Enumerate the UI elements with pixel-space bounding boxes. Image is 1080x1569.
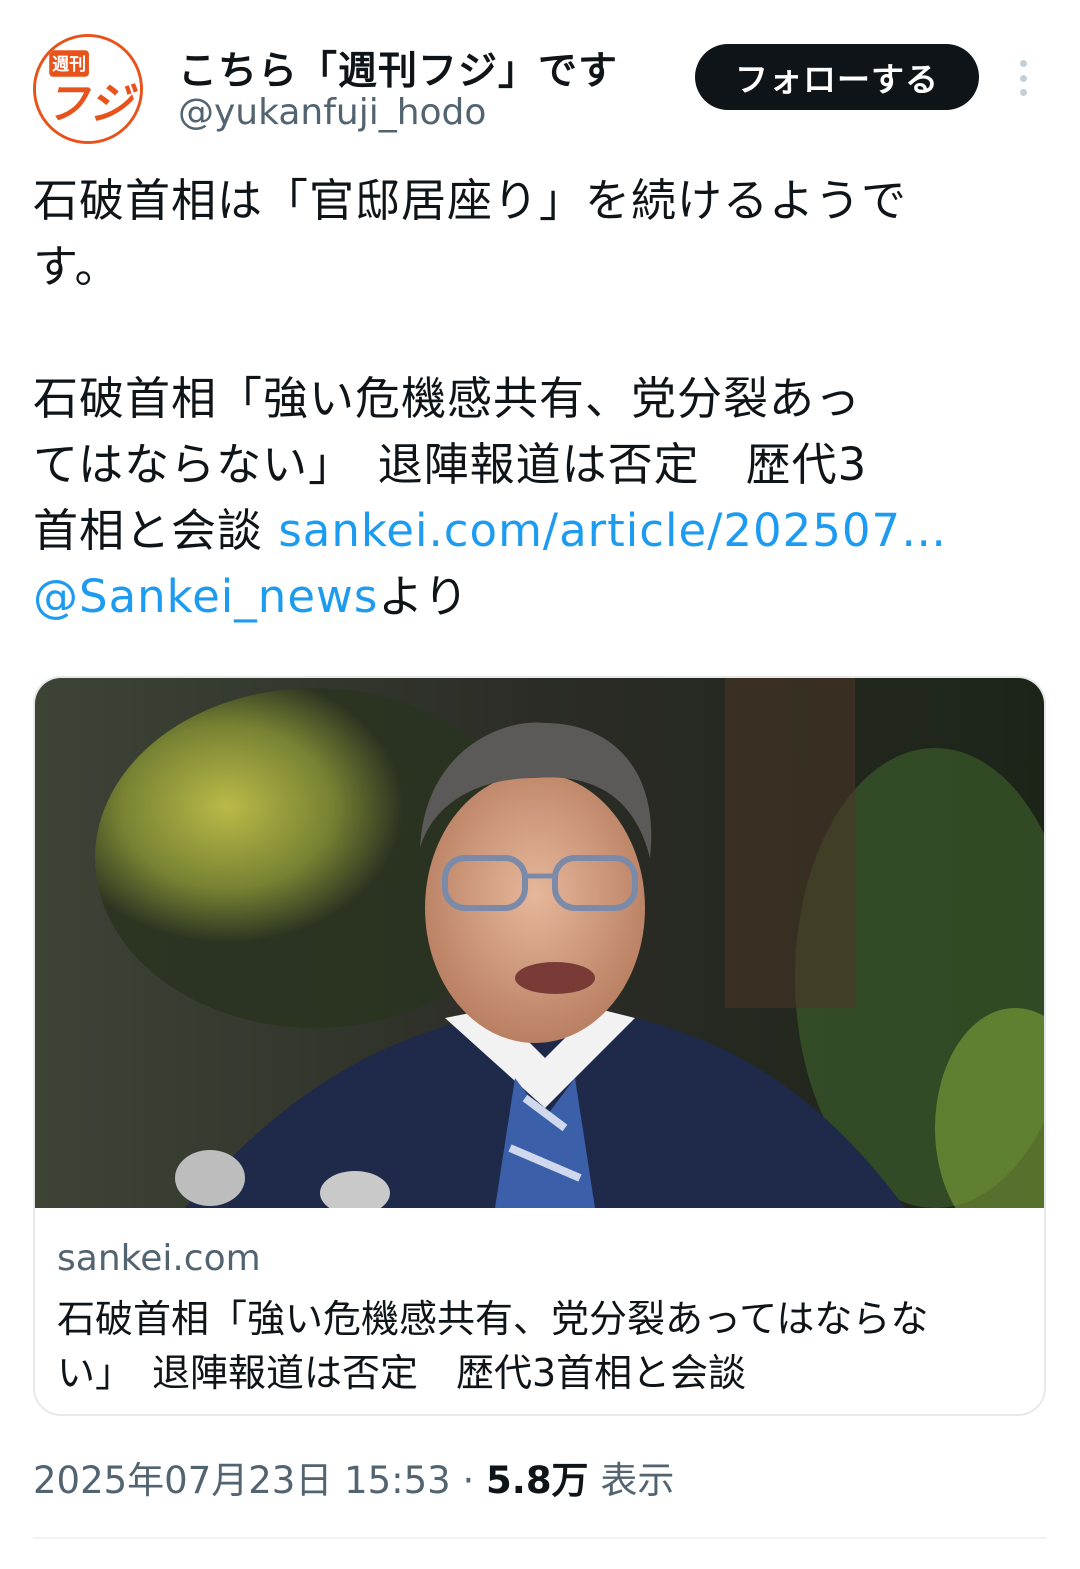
tweet-header: 週刊 フジ こちら「週刊フジ」です @yukanfuji_hodo フォローする — [0, 0, 1080, 150]
avatar[interactable]: 週刊 フジ — [33, 34, 143, 144]
timestamp[interactable]: 2025年07月23日 15:53 — [33, 1459, 451, 1502]
more-vertical-icon[interactable] — [1008, 58, 1038, 98]
card-title: 石破首相「強い危機感共有、党分裂あってはならな い」 退陣報道は否定 歴代3首相… — [57, 1297, 929, 1395]
tweet-text-line2: 石破首相「強い危機感共有、党分裂あっ てはならない」 退陣報道は否定 歴代3 首… — [33, 366, 1023, 630]
svg-text:週刊: 週刊 — [52, 55, 86, 75]
card-image[interactable] — [35, 678, 1044, 1208]
divider — [33, 1537, 1046, 1539]
tweet-meta: 2025年07月23日 15:53 · 5.8万 表示 — [33, 1450, 674, 1504]
meta-separator: · — [450, 1459, 487, 1502]
mention-suffix: より — [378, 570, 470, 623]
card-domain: sankei.com — [57, 1238, 261, 1279]
tweet-text: 石破首相は「官邸居座り」を続けるようで す。 石破首相「強い危機感共有、党分裂あ… — [33, 168, 1023, 630]
view-count: 5.8万 — [486, 1459, 589, 1502]
author-display-name[interactable]: こちら「週刊フジ」です — [178, 40, 618, 96]
link-preview-card[interactable]: sankei.com 石破首相「強い危機感共有、党分裂あってはならな い」 退陣… — [33, 676, 1046, 1416]
author-handle[interactable]: @yukanfuji_hodo — [178, 92, 486, 133]
follow-button[interactable]: フォローする — [695, 44, 979, 110]
view-label: 表示 — [588, 1459, 675, 1502]
tweet-text-line1: 石破首相は「官邸居座り」を続けるようで す。 — [33, 174, 908, 293]
mention-link[interactable]: @Sankei_news — [33, 570, 378, 623]
svg-text:フジ: フジ — [45, 79, 137, 129]
article-link[interactable]: sankei.com/article/202507… — [278, 504, 947, 557]
yukanfuji-logo-icon: 週刊 フジ — [36, 37, 140, 141]
